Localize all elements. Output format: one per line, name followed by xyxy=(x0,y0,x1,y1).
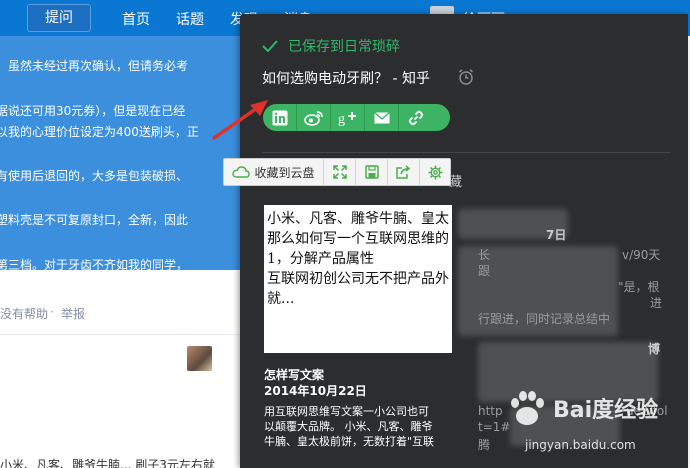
save-status-text: 已保存到日常琐碎 xyxy=(288,39,400,55)
web-clipper-toolbar: 收藏到云盘 xyxy=(223,158,451,186)
page-title: 如何选购电动牙刷？ - 知乎 xyxy=(262,71,430,87)
weibo-share-button[interactable] xyxy=(297,104,331,131)
google-plus-share-button[interactable]: g xyxy=(331,104,365,131)
alarm-clock-icon[interactable] xyxy=(457,68,475,86)
right-fragment: 腾 xyxy=(478,438,491,452)
right-fragment: 博 xyxy=(648,342,661,356)
divider xyxy=(0,334,240,335)
watermark-brand: Bai度经验 xyxy=(553,398,659,423)
annotation-arrow-icon xyxy=(212,100,268,140)
answer-line: 塑料壳是不可复原封口，全新，因此 xyxy=(0,213,189,227)
author-avatar[interactable] xyxy=(187,346,212,371)
google-plus-icon: g xyxy=(338,111,356,126)
save-to-cloud-button[interactable]: 收藏到云盘 xyxy=(224,159,324,185)
note-date: 2014年10月22日 xyxy=(264,384,367,398)
note-description-line: 用互联网思维写文案一小公司也可 xyxy=(264,405,429,418)
link-icon xyxy=(408,110,424,125)
fullscreen-button[interactable] xyxy=(324,159,356,185)
right-fragment: http xyxy=(478,404,503,418)
cloud-icon xyxy=(232,166,251,178)
gear-icon xyxy=(427,164,443,180)
separator-dot: · xyxy=(50,305,54,319)
save-to-cloud-label: 收藏到云盘 xyxy=(254,165,315,180)
copy-link-button[interactable] xyxy=(399,104,433,131)
note-preview-card[interactable]: 小米、凡客、雕爷牛腩、皇太 那么如何写一个互联网思维的 1，分解产品属性 互联网… xyxy=(264,205,452,353)
mail-icon xyxy=(373,111,390,123)
answer-line: 以我的心理价位设定为400送刷头，正 xyxy=(0,125,199,139)
save-icon xyxy=(364,165,379,179)
svg-text:g: g xyxy=(338,112,345,126)
answer-line: 有使用后退回的，大多是包装破损、 xyxy=(0,169,189,183)
answer-line: 虽然未经过再次确认，但请务必考 xyxy=(8,59,189,73)
right-fragment: 长 xyxy=(478,248,491,262)
right-fragment: v/90天 xyxy=(622,248,661,262)
panel-divider xyxy=(262,152,670,153)
card-line: 小米、凡客、雕爷牛腩、皇太 xyxy=(267,211,449,227)
right-fragment: 跟 xyxy=(478,264,491,278)
note-description-line: 以颠覆大品牌。 小米、凡客、雕爷 xyxy=(264,420,433,433)
not-helpful-link[interactable]: 没有帮助 xyxy=(0,305,48,322)
right-fragment: 7日 xyxy=(546,228,567,242)
card-line: 那么如何写一个互联网思维的 xyxy=(267,231,449,247)
ask-question-button[interactable]: 提问 xyxy=(27,4,91,32)
card-line: 1，分解产品属性 xyxy=(267,251,374,267)
answer-line: 据说还可用30元券），但是现在已经 xyxy=(0,104,186,118)
settings-button[interactable] xyxy=(420,159,450,185)
note-title[interactable]: 怎样写文案 xyxy=(264,366,324,383)
nav-home[interactable]: 首页 xyxy=(122,9,150,29)
share-bar: g xyxy=(263,104,450,131)
save-status: 已保存到日常琐碎 xyxy=(262,36,400,56)
right-fragment: "是，根 xyxy=(618,280,660,294)
linkedin-icon xyxy=(272,110,287,125)
share-out-icon xyxy=(396,165,411,179)
email-share-button[interactable] xyxy=(365,104,399,131)
check-icon xyxy=(262,40,278,52)
expand-icon xyxy=(332,165,347,179)
baidu-jingyan-watermark: Bai度经验 xyxy=(505,388,658,428)
selected-answer-text: 虽然未经过再次确认，但请务必考 据说还可用30元券），但是现在已经 以我的心理价… xyxy=(0,36,240,272)
note-description-line: 牛腩、皇太极前饼，无数打着"互联 xyxy=(264,435,435,448)
answer-line: 第三档。对于牙齿不齐如我的同学， xyxy=(0,258,189,272)
right-fragment: 进 xyxy=(650,296,663,310)
next-answer-snippet: 小米、凡客、雕爷牛腩... 刷子3元左右就 xyxy=(0,458,215,468)
watermark-url: jingyan.baidu.com xyxy=(525,438,636,452)
card-line: 就... xyxy=(267,291,295,307)
share-out-button[interactable] xyxy=(388,159,420,185)
weibo-icon xyxy=(303,110,323,126)
right-fragment: 行跟进，同时记录总结中 xyxy=(478,312,611,326)
save-button[interactable] xyxy=(356,159,388,185)
paw-logo-icon xyxy=(511,391,544,425)
nav-topics[interactable]: 话题 xyxy=(176,9,204,29)
report-link[interactable]: 举报 xyxy=(61,305,85,322)
card-line: 互联网初创公司无不把产品外 xyxy=(267,271,449,287)
